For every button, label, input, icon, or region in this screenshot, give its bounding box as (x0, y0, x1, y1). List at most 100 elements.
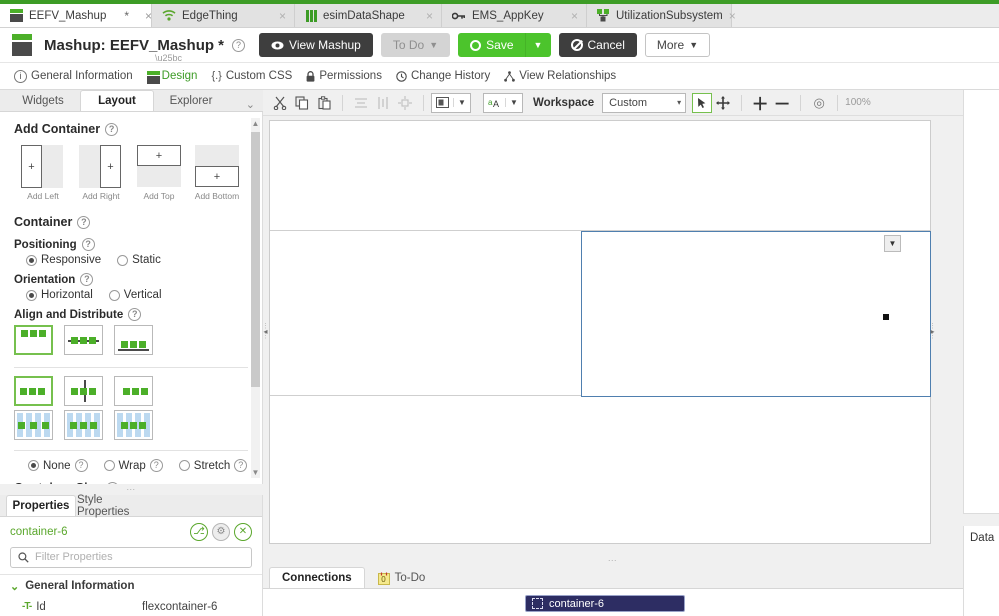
tab-widgets[interactable]: Widgets (6, 90, 80, 111)
todo-dropdown-button[interactable]: To Do ▼ (380, 33, 451, 57)
filter-properties-box[interactable] (10, 546, 252, 568)
help-icon[interactable]: ? (105, 481, 119, 484)
fit-to-screen-icon[interactable]: ◎ (808, 93, 830, 113)
save-button[interactable]: Save (458, 33, 525, 57)
radio-orientation-vertical[interactable]: Vertical (108, 289, 162, 301)
scroll-down-arrow-icon[interactable]: ▼ (251, 467, 260, 478)
titlebar-collapse-handle[interactable]: \u25bc (155, 53, 182, 63)
subnav-item-custom-css[interactable]: {.} Custom CSS (211, 70, 306, 82)
panel-collapse-chevron-icon[interactable]: ⌄ (246, 98, 255, 111)
title-help-icon[interactable]: ? (232, 38, 246, 52)
help-icon[interactable]: ? (77, 215, 91, 229)
close-icon[interactable]: × (426, 9, 433, 23)
distribute-space-evenly-button[interactable] (114, 410, 153, 440)
distribute-space-between-button[interactable] (14, 410, 53, 440)
canvas-container-middle[interactable] (270, 231, 931, 397)
add-left-button[interactable]: + Add Left (14, 145, 72, 201)
layout-panel-scrollbar[interactable]: ▲ ▼ (251, 118, 260, 478)
entity-tab-utilizationsubsystem[interactable]: UtilizationSubsystem × (587, 4, 736, 27)
chevron-down-icon[interactable]: ▼ (505, 98, 522, 107)
prop-row-id[interactable]: -T- Id flexcontainer-6 (0, 598, 262, 613)
radio-orientation-horizontal[interactable]: Horizontal (26, 289, 93, 301)
radio-wrap-wrap[interactable]: Wrap ? (103, 459, 163, 472)
align-middle-button[interactable] (64, 325, 103, 355)
tab-explorer[interactable]: Explorer (154, 90, 228, 111)
entity-tab-ems-appkey[interactable]: EMS_AppKey × (442, 4, 587, 27)
center-align-icon[interactable] (394, 93, 416, 113)
filter-properties-input[interactable] (35, 551, 244, 564)
align-center-button[interactable] (64, 376, 103, 406)
subnav-item-view-relationships[interactable]: View Relationships (504, 70, 630, 82)
help-icon[interactable]: ? (74, 459, 88, 472)
entity-tab-edgething[interactable]: EdgeThing × (152, 4, 295, 27)
tab-layout[interactable]: Layout (80, 90, 154, 111)
distribute-space-around-button[interactable] (64, 410, 103, 440)
chevron-down-icon[interactable]: ▼ (453, 98, 470, 107)
prop-group-general-information[interactable]: ⌄ General Information (0, 573, 262, 598)
close-icon[interactable]: × (729, 9, 736, 23)
help-icon[interactable]: ? (80, 273, 94, 286)
zoom-out-button[interactable]: － (771, 93, 793, 114)
subnav-item-permissions[interactable]: Permissions (306, 70, 396, 82)
cancel-button[interactable]: Cancel (558, 33, 637, 57)
align-right-button[interactable] (114, 376, 153, 406)
radio-wrap-none[interactable]: None ? (28, 459, 88, 472)
radio-wrap-stretch[interactable]: Stretch ? (178, 459, 248, 472)
bindings-icon[interactable]: ⎇ (190, 522, 208, 541)
tab-properties[interactable]: Properties (6, 494, 76, 516)
entity-tab-eefv-mashup[interactable]: EEFV_Mashup * × (0, 4, 152, 27)
more-button[interactable]: More ▼ (644, 33, 711, 57)
gear-icon[interactable]: ⚙ (212, 522, 230, 541)
help-icon[interactable]: ? (149, 459, 163, 472)
save-dropdown-arrow[interactable]: ▼ (524, 33, 551, 57)
radio-positioning-responsive[interactable]: Responsive (26, 254, 101, 266)
align-top-button[interactable] (14, 325, 53, 355)
tab-connections[interactable]: Connections (269, 567, 365, 588)
left-canvas-grip[interactable]: ⋮ ◂ ⋮ (261, 312, 270, 352)
scroll-up-arrow-icon[interactable]: ▲ (251, 118, 260, 129)
container-options-dropdown[interactable]: ▼ (884, 235, 901, 252)
close-icon[interactable]: × (145, 9, 152, 23)
align-rows-icon[interactable] (350, 93, 372, 113)
cut-icon[interactable] (269, 93, 291, 113)
subnav-item-design[interactable]: Design (146, 70, 212, 84)
workspace-select[interactable]: Custom ▾ (602, 92, 687, 113)
text-style-combo[interactable]: aA ▼ (483, 92, 523, 113)
align-bottom-button[interactable] (114, 325, 153, 355)
radio-positioning-static[interactable]: Static (117, 254, 161, 266)
canvas-selected-container[interactable] (581, 231, 931, 397)
entity-tab-esimdatashape[interactable]: esimDataShape × (295, 4, 442, 27)
subnav-item-change-history[interactable]: Change History (396, 70, 504, 82)
align-left-button[interactable] (14, 376, 53, 406)
help-icon[interactable]: ? (105, 122, 119, 136)
add-top-button[interactable]: + Add Top (130, 145, 188, 201)
help-icon[interactable]: ? (81, 238, 95, 251)
select-tool[interactable] (692, 92, 713, 113)
canvas-bottom-splitter[interactable]: ⋯ (263, 554, 963, 566)
move-tool[interactable] (712, 93, 734, 113)
subnav-item-general-information[interactable]: i General Information (14, 69, 147, 83)
view-mashup-button[interactable]: View Mashup (259, 33, 373, 57)
copy-icon[interactable] (291, 93, 313, 113)
align-columns-icon[interactable] (372, 93, 394, 113)
add-bottom-button[interactable]: + Add Bottom (188, 145, 246, 201)
add-right-button[interactable]: + Add Right (72, 145, 130, 201)
tab-style-properties[interactable]: Style Properties (76, 494, 158, 518)
connection-node-container-6[interactable]: container-6 (525, 595, 685, 612)
scroll-thumb[interactable] (251, 132, 260, 387)
help-icon[interactable]: ? (128, 308, 142, 321)
close-icon[interactable]: × (571, 9, 578, 23)
right-canvas-grip[interactable]: ⋮ ▸ ⋮ (928, 312, 937, 352)
close-icon[interactable]: × (279, 9, 286, 23)
right-panel-data[interactable]: Data (963, 526, 999, 616)
help-icon[interactable]: ? (234, 459, 248, 472)
mashup-canvas[interactable]: ▼ (269, 120, 931, 544)
connections-canvas[interactable]: container-6 (263, 588, 963, 616)
paste-icon[interactable] (313, 93, 335, 113)
zoom-in-button[interactable]: ＋ (749, 93, 771, 114)
resize-handle[interactable] (883, 314, 889, 320)
screen-size-combo[interactable]: ▼ (431, 92, 471, 113)
close-icon[interactable]: ✕ (234, 522, 252, 541)
tab-todo[interactable]: 0 To-Do (365, 567, 439, 588)
canvas-container-top[interactable] (270, 121, 930, 231)
